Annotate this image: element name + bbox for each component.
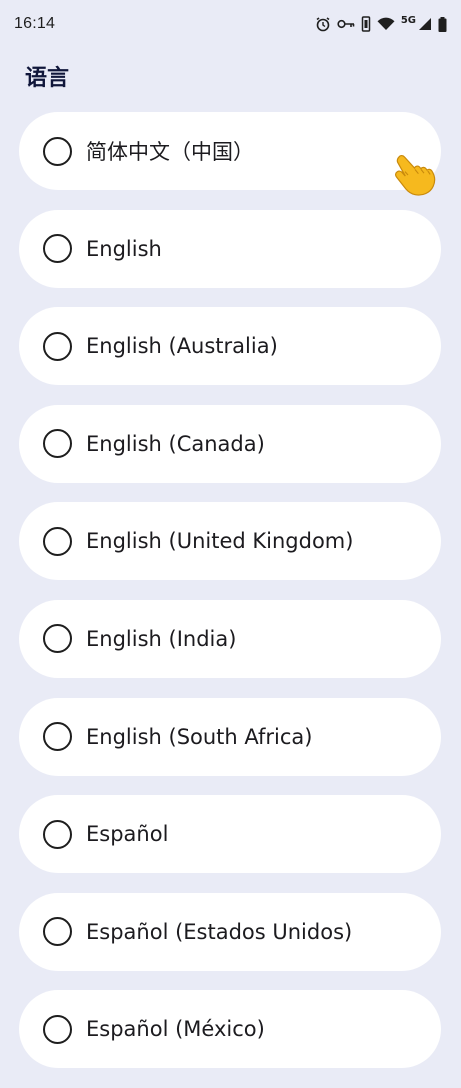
radio-button[interactable] [43,819,72,849]
status-time: 16:14 [14,15,56,32]
language-list: 简体中文（中国） English English (Australia) Eng… [19,112,441,1088]
signal-icon [418,17,432,31]
wifi-icon [377,17,395,31]
key-icon [337,18,355,30]
language-option[interactable]: English [19,209,441,288]
language-label: English (Australia) [86,334,278,359]
radio-button[interactable] [43,136,72,166]
language-label: English (Canada) [86,431,265,456]
language-option[interactable]: English (South Africa) [19,697,441,776]
radio-button[interactable] [43,331,72,361]
battery-icon [438,16,447,32]
vibrate-icon [361,16,371,32]
language-option[interactable]: English (Canada) [19,404,441,483]
language-label: Español [86,822,169,847]
status-icons: 5G [315,14,447,32]
language-label: English [86,236,162,261]
radio-button[interactable] [43,624,72,654]
radio-button[interactable] [43,429,72,459]
language-option[interactable]: English (Australia) [19,307,441,386]
language-label: English (United Kingdom) [86,529,354,554]
alarm-icon [315,16,331,32]
page-title: 语言 [25,66,70,91]
network-label: 5G [400,14,416,26]
radio-button[interactable] [43,722,72,752]
language-label: English (India) [86,626,237,651]
language-option[interactable]: Español (Estados Unidos) [19,892,441,971]
radio-button[interactable] [43,1014,72,1044]
language-option[interactable]: 简体中文（中国） [19,112,441,190]
status-bar: 16:14 5G [0,0,461,48]
language-option[interactable]: English (India) [19,599,441,678]
radio-button[interactable] [43,917,72,947]
language-label: Español (México) [86,1017,265,1042]
radio-button[interactable] [43,526,72,556]
language-label: English (South Africa) [86,724,313,749]
language-option[interactable]: English (United Kingdom) [19,502,441,581]
radio-button[interactable] [43,234,72,264]
language-option[interactable]: Español [19,795,441,874]
language-label: 简体中文（中国） [86,140,254,164]
pointing-hand-icon [393,151,437,199]
language-option[interactable]: Español (México) [19,990,441,1069]
language-label: Español (Estados Unidos) [86,919,353,944]
